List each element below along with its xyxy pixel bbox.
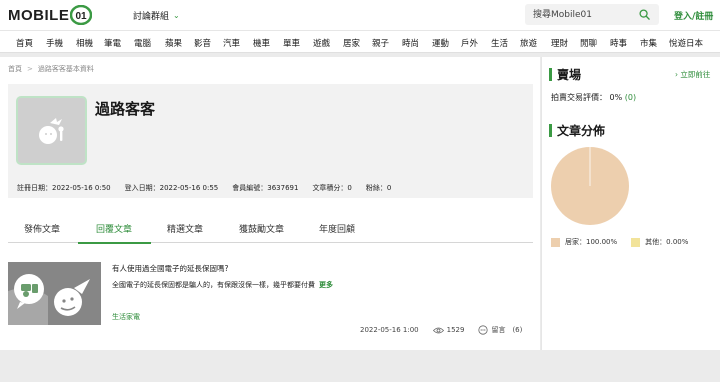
sidebar: 賣場 › 立即前往 拍賣交易評價： 0% (0) 文章分佈 居家：100.00%… [541,57,720,350]
stat-article-score: 文章積分：0 [312,184,352,192]
tab-encouraged-articles[interactable]: 獲鼓勵文章 [239,222,284,235]
trade-rating-value: 0% [609,93,623,102]
nav-item-computer[interactable]: 電腦 [134,37,151,49]
nav-item-bicycle[interactable]: 單車 [283,37,300,49]
nav-item-phone[interactable]: 手機 [46,37,63,49]
stat-member-id: 會員編號：3637691 [232,184,299,192]
nav-item-games[interactable]: 遊戲 [313,37,330,49]
article-views: 1529 [432,326,465,334]
breadcrumb-home[interactable]: 首頁 [8,64,22,74]
distribution-title: 文章分佈 [557,124,606,138]
username: 過路客客 [95,100,156,118]
login-register-link[interactable]: 登入/註冊 [674,9,713,22]
article-more-link[interactable]: 更多 [319,281,333,289]
article-views-count: 1529 [446,326,465,334]
stat-login-date: 登入日期：2022-05-16 0:55 [124,184,219,192]
logo-badge-text: 01 [76,11,88,22]
nav-item-news[interactable]: 時事 [610,37,627,49]
default-avatar-icon [38,117,64,144]
trade-rating-count[interactable]: (0) [625,93,636,102]
distribution-section-header: 文章分佈 [549,122,605,139]
nav-item-parenting[interactable]: 親子 [372,37,389,49]
logo-text: MOBILE [8,6,70,24]
nav-item-motorcycle[interactable]: 機車 [253,37,270,49]
mobile01-logo[interactable]: MOBILE 01 [8,5,93,25]
article-excerpt: 全國電子的延長保固都是騙人的，有保跟沒保一樣，幾乎都要付費 更多 [112,280,333,290]
nav-item-life[interactable]: 生活 [491,37,508,49]
nav-item-laptop[interactable]: 筆電 [104,37,121,49]
chevron-right-icon: › [675,70,678,79]
nav-item-camera[interactable]: 相機 [76,37,93,49]
logo-badge-icon: 01 [70,5,93,25]
pie-legend-label-0: 居家：100.00% [565,238,618,246]
profile-tabs: 發佈文章 回覆文章 精選文章 獲鼓勵文章 年度回顧 [8,215,533,244]
article-thumbnail-image [8,262,101,325]
active-tab-indicator [78,242,151,244]
nav-item-fashion[interactable]: 時尚 [402,37,419,49]
search-input[interactable] [525,4,633,25]
tab-posted-articles[interactable]: 發佈文章 [24,222,60,235]
article-excerpt-text: 全國電子的延長保固都是騙人的，有保跟沒保一樣，幾乎都要付費 [112,281,315,289]
article-meta: 2022-05-16 1:00 1529 留言 (6) [360,325,522,335]
forum-groups-menu[interactable]: 討論群組 ⌄ [133,9,180,22]
top-header: MOBILE 01 討論群組 ⌄ 登入/註冊 [0,0,720,31]
article-title[interactable]: 有人使用過全國電子的延長保固嗎? [112,263,228,274]
category-nav: 首頁 手機 相機 筆電 電腦 蘋果 影音 汽車 機車 單車 遊戲 居家 親子 時… [0,31,720,53]
section-accent-bar [549,124,552,137]
nav-item-home-living[interactable]: 居家 [343,37,360,49]
nav-item-sports[interactable]: 運動 [432,37,449,49]
search-icon[interactable] [639,9,650,20]
profile-card: 過路客客 註冊日期：2022-05-16 0:50 登入日期：2022-05-1… [8,84,533,198]
pie-legend: 居家：100.00% 其他：0.00% [551,237,688,247]
pie-legend-item-0: 居家：100.00% [551,237,617,247]
nav-item-japan[interactable]: 悅遊日本 [669,37,703,49]
pie-legend-label-1: 其他：0.00% [645,238,689,246]
trade-rating-label: 拍賣交易評價： [551,93,607,102]
main-content: 首頁 > 過路客客基本資料 過路客客 註冊日期：2022-05-16 0:50 … [0,57,540,350]
nav-item-travel[interactable]: 旅遊 [520,37,537,49]
article-list-item: 有人使用過全國電子的延長保固嗎? 全國電子的延長保固都是騙人的，有保跟沒保一樣，… [8,262,533,342]
pie-legend-swatch-1 [631,237,641,247]
search-box [525,4,659,25]
go-to-market-link[interactable]: › 立即前往 [675,69,710,80]
article-category[interactable]: 生活家電 [112,312,140,322]
article-reply-label: 留言 [491,326,506,334]
tab-yearly-review[interactable]: 年度回顧 [319,222,355,235]
market-title: 賣場 [557,68,582,82]
trade-rating: 拍賣交易評價： 0% (0) [551,92,636,103]
nav-item-car[interactable]: 汽車 [223,37,240,49]
comment-icon [478,325,489,335]
nav-item-av[interactable]: 影音 [194,37,211,49]
article-datetime: 2022-05-16 1:00 [360,326,419,334]
distribution-pie-chart [551,147,629,225]
nav-item-finance[interactable]: 理財 [551,37,568,49]
eye-icon [432,327,444,333]
pie-legend-item-1: 其他：0.00% [631,237,688,247]
nav-item-apple[interactable]: 蘋果 [165,37,182,49]
avatar [16,96,87,165]
nav-item-market[interactable]: 市集 [640,37,657,49]
breadcrumb-current: 過路客客基本資料 [37,65,94,73]
tab-featured-articles[interactable]: 精選文章 [167,222,203,235]
pie-legend-swatch-0 [551,237,560,247]
chevron-down-icon: ⌄ [173,11,180,20]
section-accent-bar [549,68,552,81]
nav-item-chat[interactable]: 閒聊 [580,37,597,49]
market-section-header: 賣場 [549,66,581,83]
article-thumbnail[interactable] [8,262,101,325]
nav-item-outdoor[interactable]: 戶外 [461,37,478,49]
article-reply-count: (6) [512,326,523,334]
breadcrumb: 首頁 > 過路客客基本資料 [8,64,94,74]
profile-stats: 註冊日期：2022-05-16 0:50 登入日期：2022-05-16 0:5… [17,183,405,193]
page: MOBILE 01 討論群組 ⌄ 登入/註冊 首頁 手機 相機 筆電 電腦 蘋果… [0,0,720,382]
stat-register-date: 註冊日期：2022-05-16 0:50 [17,184,111,192]
breadcrumb-separator: > [27,65,33,73]
go-to-market-label: 立即前往 [680,70,711,79]
nav-item-home[interactable]: 首頁 [16,37,33,49]
article-replies[interactable]: 留言 (6) [478,325,522,335]
forum-groups-label: 討論群組 [133,12,170,22]
stat-fans: 粉絲：0 [365,184,392,192]
tab-replied-articles[interactable]: 回覆文章 [96,222,132,235]
